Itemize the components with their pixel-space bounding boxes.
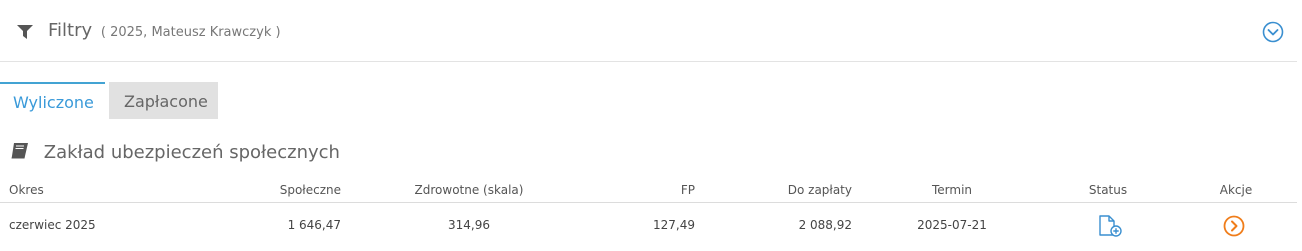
tab-zaplacone[interactable]: Zapłacone	[109, 82, 218, 119]
file-add-icon[interactable]	[1098, 214, 1124, 238]
column-header-termin: Termin	[931, 183, 973, 197]
chevron-down-circle-icon[interactable]	[1262, 21, 1284, 43]
column-header-akcje: Akcje	[1219, 183, 1253, 197]
cell-okres: czerwiec 2025	[9, 218, 96, 232]
cell-fp: 127,49	[653, 218, 695, 232]
column-header-zdrowotne: Zdrowotne (skala)	[414, 183, 524, 197]
table-header-divider	[0, 202, 1297, 203]
column-header-spoleczne: Społeczne	[279, 183, 341, 197]
cell-do-zaplaty: 2 088,92	[798, 218, 852, 232]
filters-summary: ( 2025, Mateusz Krawczyk )	[100, 25, 281, 40]
section-title-label: Zakład ubezpieczeń społecznych	[43, 142, 340, 163]
book-icon	[11, 143, 28, 159]
column-header-fp: FP	[680, 183, 695, 197]
section-title: Zakład ubezpieczeń społecznych	[10, 142, 340, 163]
cell-spoleczne: 1 646,47	[287, 218, 341, 232]
filters-bar[interactable]: Filtry ( 2025, Mateusz Krawczyk )	[0, 0, 1297, 62]
cell-termin: 2025-07-21	[917, 218, 987, 232]
filters-label: Filtry	[48, 20, 93, 41]
arrow-right-circle-icon[interactable]	[1223, 215, 1245, 237]
column-header-do-zaplaty: Do zapłaty	[787, 183, 852, 197]
filter-icon	[17, 25, 33, 39]
tab-wyliczone[interactable]: Wyliczone	[0, 82, 105, 119]
column-header-okres: Okres	[9, 183, 44, 197]
column-header-status: Status	[1088, 183, 1128, 197]
cell-zdrowotne: 314,96	[448, 218, 490, 232]
filters-title: Filtry ( 2025, Mateusz Krawczyk )	[48, 20, 281, 41]
